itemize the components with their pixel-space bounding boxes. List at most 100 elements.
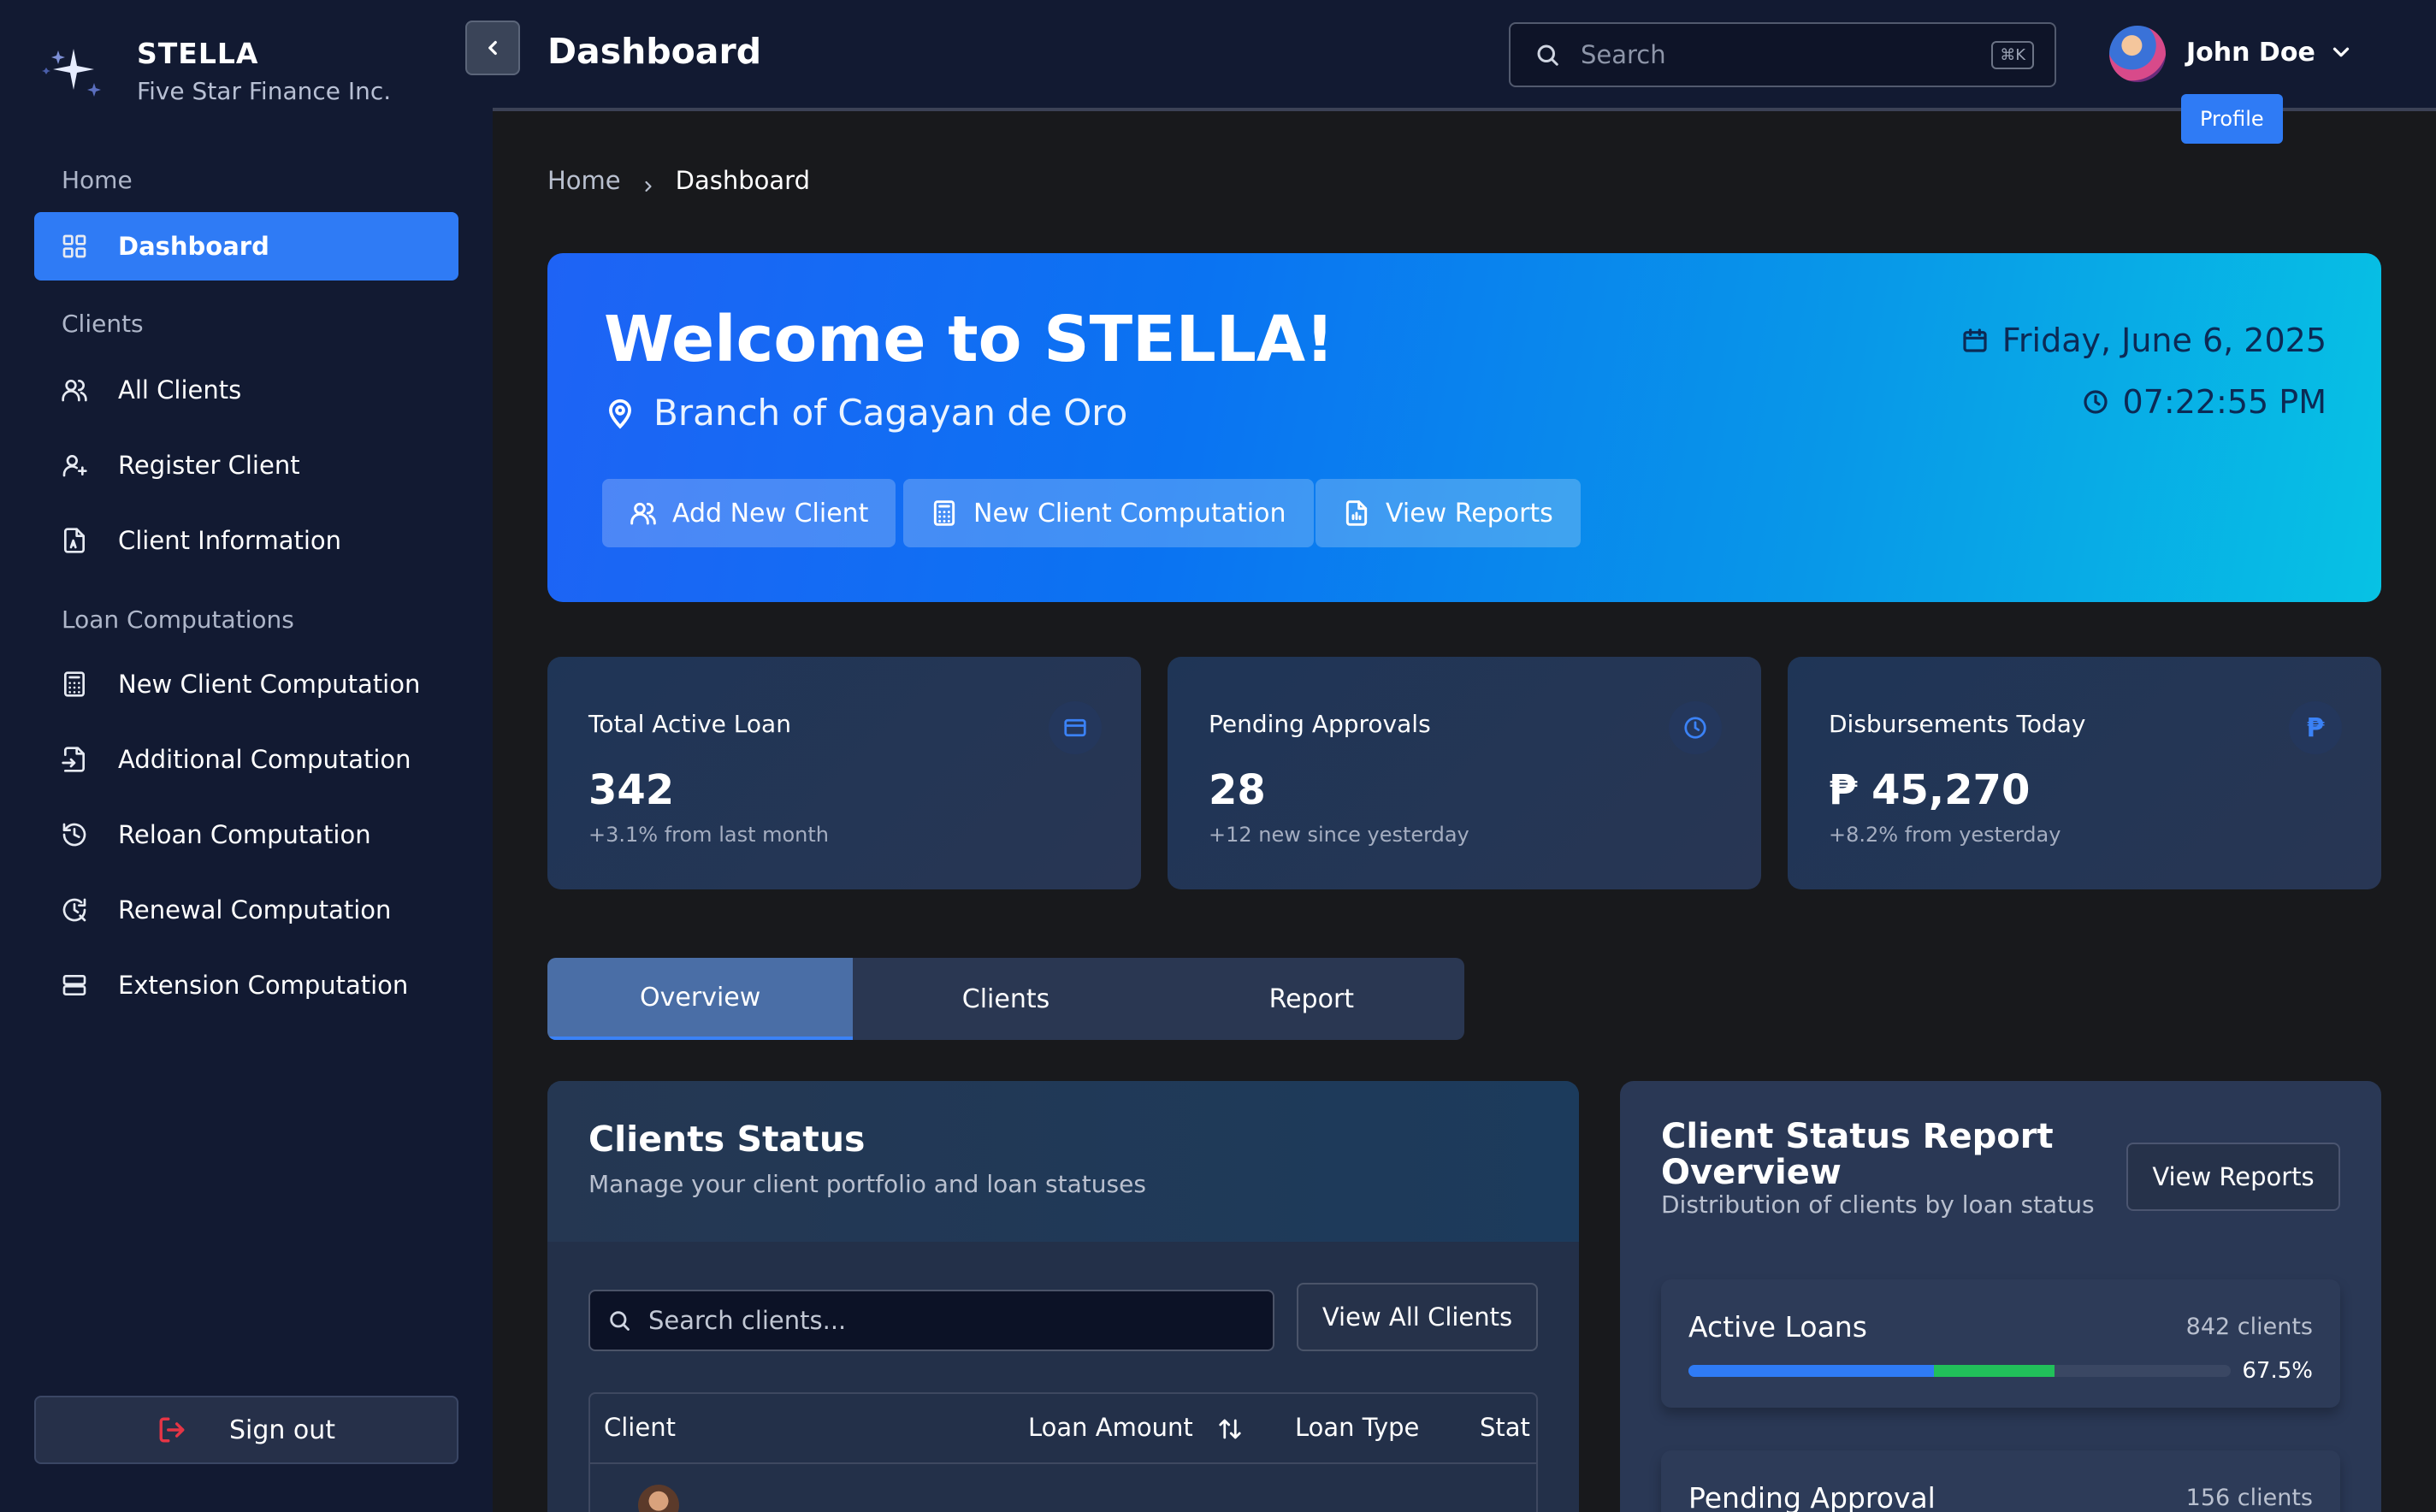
status-percent: 67.5% bbox=[2242, 1358, 2313, 1384]
clients-table: Client Loan Amount Loan Type Stat bbox=[588, 1392, 1538, 1512]
credit-card-icon bbox=[1049, 701, 1102, 754]
user-name[interactable]: John Doe bbox=[2186, 38, 2315, 68]
collapse-sidebar-button[interactable] bbox=[465, 21, 520, 75]
status-card-pending-approval: Pending Approval 156 clients bbox=[1661, 1450, 2340, 1512]
stat-label: Disbursements Today bbox=[1829, 710, 2086, 738]
breadcrumb: Home Dashboard bbox=[547, 166, 810, 195]
stat-change: +8.2% from yesterday bbox=[1829, 823, 2061, 847]
sidebar-item-label: Reloan Computation bbox=[118, 820, 371, 849]
sort-icon[interactable] bbox=[1217, 1416, 1243, 1442]
status-progress-bar bbox=[1688, 1365, 2231, 1377]
top-header: Dashboard ⌘K John Doe bbox=[493, 0, 2436, 111]
nav-section-loan-computations: Loan Computations bbox=[62, 605, 294, 634]
grid-icon bbox=[60, 232, 89, 261]
search-icon bbox=[1537, 44, 1558, 66]
sidebar: STELLA Five Star Finance Inc. Home Dashb… bbox=[0, 0, 493, 1512]
users-icon bbox=[630, 502, 656, 525]
column-client[interactable]: Client bbox=[604, 1413, 676, 1442]
sidebar-item-label: Client Information bbox=[118, 526, 342, 555]
branch-label: Branch of Cagayan de Oro bbox=[604, 392, 1127, 434]
sparkle-logo-icon bbox=[38, 35, 109, 107]
sidebar-item-label: Register Client bbox=[118, 451, 300, 480]
chevron-down-icon[interactable] bbox=[2328, 39, 2354, 65]
sidebar-item-label: All Clients bbox=[118, 375, 242, 405]
sidebar-item-label: New Client Computation bbox=[118, 670, 421, 699]
profile-tooltip: Profile bbox=[2181, 94, 2283, 144]
search-shortcut: ⌘K bbox=[1991, 41, 2034, 69]
sidebar-item-label: Dashboard bbox=[118, 232, 269, 261]
stat-label: Total Active Loan bbox=[588, 710, 791, 738]
clock-refresh-icon bbox=[60, 895, 89, 924]
sidebar-item-additional-computation[interactable]: Additional Computation bbox=[34, 725, 458, 794]
tab-report[interactable]: Report bbox=[1159, 958, 1464, 1040]
panel-header: Clients Status Manage your client portfo… bbox=[547, 1081, 1579, 1242]
branch-name: Branch of Cagayan de Oro bbox=[653, 392, 1128, 434]
avatar bbox=[638, 1485, 679, 1512]
global-search[interactable]: ⌘K bbox=[1509, 22, 2056, 87]
avatar[interactable] bbox=[2109, 26, 2166, 82]
sidebar-item-dashboard[interactable]: Dashboard bbox=[34, 212, 458, 281]
sidebar-item-renewal-computation[interactable]: Renewal Computation bbox=[34, 876, 458, 944]
status-count: 156 clients bbox=[2185, 1485, 2313, 1511]
button-label: New Client Computation bbox=[973, 498, 1286, 529]
sidebar-item-reloan-computation[interactable]: Reloan Computation bbox=[34, 800, 458, 869]
sidebar-item-client-information[interactable]: Client Information bbox=[34, 506, 458, 575]
brand-subtitle: Five Star Finance Inc. bbox=[137, 77, 392, 105]
column-label: Loan Amount bbox=[1028, 1413, 1193, 1442]
status-label: Active Loans bbox=[1688, 1310, 1867, 1344]
client-status-report-panel: Client Status Report Overview Distributi… bbox=[1620, 1081, 2381, 1512]
view-reports-button[interactable]: View Reports bbox=[1316, 479, 1581, 547]
stat-value: 342 bbox=[588, 766, 675, 814]
breadcrumb-current: Dashboard bbox=[675, 166, 810, 195]
column-status[interactable]: Stat bbox=[1480, 1413, 1530, 1442]
stat-value: 28 bbox=[1209, 766, 1266, 814]
clients-status-panel: Clients Status Manage your client portfo… bbox=[547, 1081, 1579, 1512]
stat-change: +12 new since yesterday bbox=[1209, 823, 1469, 847]
stat-card-disbursements-today: Disbursements Today ₱ 45,270 +8.2% from … bbox=[1788, 657, 2381, 889]
column-loan-amount[interactable]: Loan Amount bbox=[1028, 1413, 1243, 1442]
time-text: 07:22:55 PM bbox=[2122, 383, 2327, 421]
chevron-left-icon bbox=[488, 40, 497, 56]
stack-icon bbox=[60, 971, 89, 1000]
status-count: 842 clients bbox=[2185, 1314, 2313, 1340]
column-loan-type[interactable]: Loan Type bbox=[1295, 1413, 1419, 1442]
sidebar-item-label: Renewal Computation bbox=[118, 895, 392, 924]
sidebar-item-register-client[interactable]: Register Client bbox=[34, 431, 458, 499]
history-icon bbox=[60, 820, 89, 849]
client-search[interactable] bbox=[588, 1290, 1274, 1351]
status-label: Pending Approval bbox=[1688, 1481, 1936, 1512]
add-new-client-button[interactable]: Add New Client bbox=[602, 479, 896, 547]
nav-section-clients: Clients bbox=[62, 310, 144, 338]
panel-title: Clients Status bbox=[588, 1119, 866, 1160]
sidebar-item-all-clients[interactable]: All Clients bbox=[34, 356, 458, 424]
new-client-computation-button[interactable]: New Client Computation bbox=[903, 479, 1314, 547]
sidebar-item-extension-computation[interactable]: Extension Computation bbox=[34, 951, 458, 1019]
dashboard-tabs: Overview Clients Report bbox=[547, 958, 1464, 1040]
peso-icon: ₱ bbox=[2289, 701, 2342, 754]
stat-card-total-active-loan: Total Active Loan 342 +3.1% from last mo… bbox=[547, 657, 1141, 889]
clock-icon bbox=[1669, 701, 1722, 754]
panel-description: Manage your client portfolio and loan st… bbox=[588, 1170, 1146, 1198]
stat-value: ₱ 45,270 bbox=[1829, 766, 2031, 814]
brand-name: STELLA bbox=[137, 37, 259, 70]
date-text: Friday, June 6, 2025 bbox=[2001, 322, 2327, 359]
view-reports-button[interactable]: View Reports bbox=[2126, 1143, 2340, 1211]
page-title: Dashboard bbox=[547, 31, 762, 72]
brand[interactable]: STELLA Five Star Finance Inc. bbox=[38, 32, 391, 109]
sidebar-item-new-client-computation[interactable]: New Client Computation bbox=[34, 650, 458, 718]
client-search-input[interactable] bbox=[648, 1306, 1247, 1335]
document-icon bbox=[60, 526, 89, 555]
search-icon bbox=[610, 1311, 630, 1331]
stat-label: Pending Approvals bbox=[1209, 710, 1431, 738]
sign-out-icon bbox=[159, 1417, 185, 1443]
nav-section-home: Home bbox=[62, 166, 133, 194]
tab-overview[interactable]: Overview bbox=[547, 958, 854, 1040]
breadcrumb-home[interactable]: Home bbox=[547, 166, 621, 195]
calendar-icon bbox=[1963, 328, 1987, 352]
search-input[interactable] bbox=[1581, 40, 1974, 69]
current-time: 07:22:55 PM bbox=[2082, 383, 2327, 421]
tab-clients[interactable]: Clients bbox=[853, 958, 1158, 1040]
sign-out-button[interactable]: Sign out bbox=[34, 1396, 458, 1464]
view-all-clients-button[interactable]: View All Clients bbox=[1297, 1283, 1538, 1351]
button-label: Add New Client bbox=[672, 498, 869, 529]
